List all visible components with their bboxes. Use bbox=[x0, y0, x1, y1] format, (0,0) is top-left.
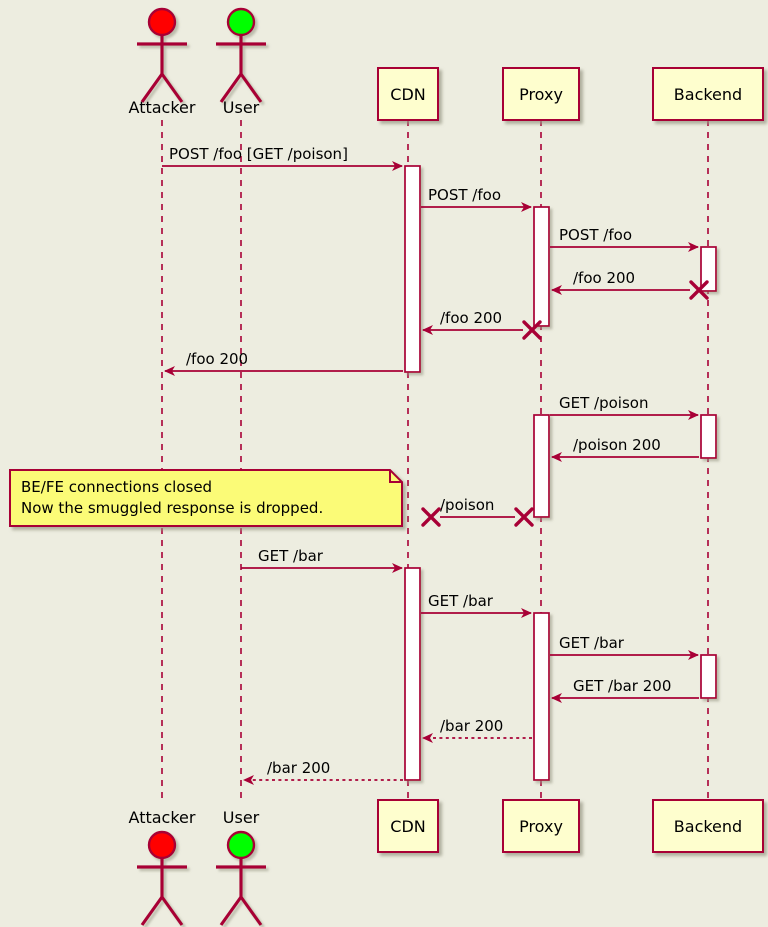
message-label: GET /bar bbox=[258, 547, 324, 565]
activation-bar bbox=[404, 567, 421, 781]
note-1: BE/FE connections closed Now the smuggled… bbox=[9, 469, 403, 527]
activation-cdn bbox=[404, 165, 421, 373]
activation-bar bbox=[533, 206, 550, 327]
message-label: /poison bbox=[440, 496, 494, 514]
message-label: GET /poison bbox=[559, 394, 648, 412]
participant-label: CDN bbox=[390, 817, 425, 836]
activation-backend bbox=[700, 414, 717, 459]
message-label: /foo 200 bbox=[440, 309, 502, 327]
activation-bar bbox=[700, 654, 717, 699]
participant-label: Backend bbox=[674, 817, 742, 836]
actor-label: User bbox=[223, 98, 260, 117]
actor-head-icon bbox=[147, 830, 177, 860]
note-line: Now the smuggled response is dropped. bbox=[21, 499, 323, 517]
message-label: GET /bar 200 bbox=[573, 677, 671, 695]
actor-label: User bbox=[223, 808, 260, 827]
participant-label: Proxy bbox=[519, 817, 563, 836]
activation-proxy bbox=[533, 206, 550, 327]
message-label: POST /foo bbox=[559, 226, 632, 244]
message-label: POST /foo bbox=[428, 186, 501, 204]
participant-backend-top[interactable]: Backend bbox=[652, 67, 764, 121]
participant-label: CDN bbox=[390, 85, 425, 104]
message-label: GET /bar bbox=[428, 592, 494, 610]
participant-proxy-bottom[interactable]: Proxy bbox=[502, 799, 580, 853]
activation-proxy bbox=[533, 414, 550, 518]
activation-cdn bbox=[404, 567, 421, 781]
activation-bar bbox=[533, 612, 550, 781]
message-label: /bar 200 bbox=[267, 759, 330, 777]
message-label: /foo 200 bbox=[186, 350, 248, 368]
participant-proxy-top[interactable]: Proxy bbox=[502, 67, 580, 121]
message-label: GET /bar bbox=[559, 634, 625, 652]
activation-bar bbox=[404, 165, 421, 373]
activation-backend bbox=[700, 654, 717, 699]
message-label: POST /foo [GET /poison] bbox=[169, 145, 348, 163]
diagram-background bbox=[0, 0, 768, 927]
activation-proxy bbox=[533, 612, 550, 781]
participant-cdn-bottom[interactable]: CDN bbox=[377, 799, 439, 853]
activation-bar bbox=[700, 414, 717, 459]
actor-head-icon bbox=[226, 7, 256, 37]
sequence-diagram-svg: POST /foo [GET /poison] POST /foo POST /fo… bbox=[0, 0, 768, 927]
participant-backend-bottom[interactable]: Backend bbox=[652, 799, 764, 853]
note-group: BE/FE connections closed Now the smuggled… bbox=[9, 469, 403, 527]
actor-label: Attacker bbox=[129, 808, 196, 827]
actor-label: Attacker bbox=[129, 98, 196, 117]
message-label: /bar 200 bbox=[440, 717, 503, 735]
actor-head-icon bbox=[226, 830, 256, 860]
message-label: /poison 200 bbox=[573, 436, 661, 454]
message-label: /foo 200 bbox=[573, 269, 635, 287]
participant-label: Proxy bbox=[519, 85, 563, 104]
participant-label: Backend bbox=[674, 85, 742, 104]
activation-bar bbox=[533, 414, 550, 518]
note-line: BE/FE connections closed bbox=[21, 478, 212, 496]
sequence-diagram-canvas: POST /foo [GET /poison] POST /foo POST /fo… bbox=[0, 0, 768, 927]
participant-cdn-top[interactable]: CDN bbox=[377, 67, 439, 121]
actor-head-icon bbox=[147, 7, 177, 37]
